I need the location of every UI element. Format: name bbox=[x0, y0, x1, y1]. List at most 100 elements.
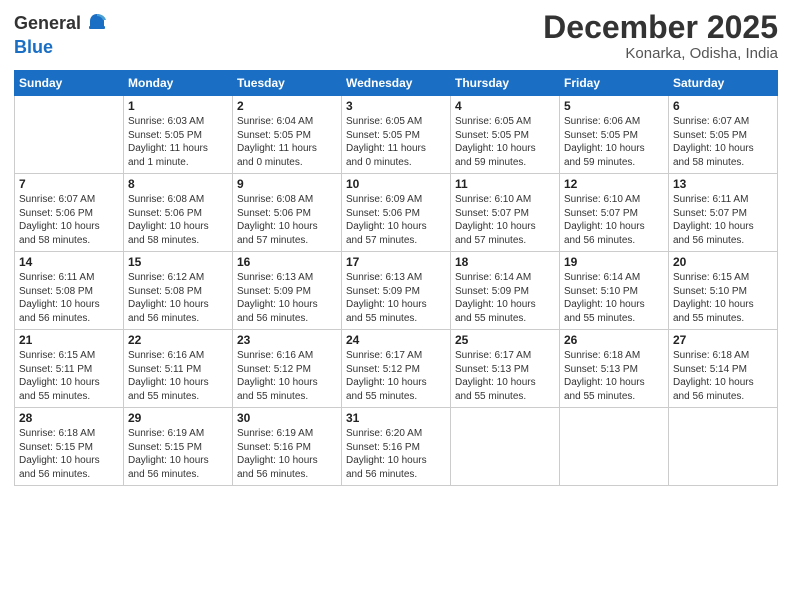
day-cell: 24 Sunrise: 6:17 AMSunset: 5:12 PMDayligh… bbox=[342, 330, 451, 408]
day-number: 20 bbox=[673, 255, 773, 269]
day-cell: 10 Sunrise: 6:09 AMSunset: 5:06 PMDayligh… bbox=[342, 174, 451, 252]
col-thursday: Thursday bbox=[451, 71, 560, 96]
logo-general-text: General bbox=[14, 14, 81, 34]
day-number: 3 bbox=[346, 99, 446, 113]
day-cell: 15 Sunrise: 6:12 AMSunset: 5:08 PMDayligh… bbox=[124, 252, 233, 330]
day-cell: 26Sunrise: 6:18 AMSunset: 5:13 PMDayligh… bbox=[560, 330, 669, 408]
day-number: 1 bbox=[128, 99, 228, 113]
col-monday: Monday bbox=[124, 71, 233, 96]
day-info: Sunrise: 6:19 AMSunset: 5:16 PMDaylight:… bbox=[237, 427, 337, 481]
day-cell: 22 Sunrise: 6:16 AMSunset: 5:11 PMDayligh… bbox=[124, 330, 233, 408]
day-number: 4 bbox=[455, 99, 555, 113]
day-info: Sunrise: 6:15 AMSunset: 5:10 PMDaylight:… bbox=[673, 271, 773, 325]
day-info: Sunrise: 6:09 AMSunset: 5:06 PMDaylight:… bbox=[346, 193, 446, 247]
day-number: 25 bbox=[455, 333, 555, 347]
day-number: 15 bbox=[128, 255, 228, 269]
day-info: Sunrise: 6:05 AMSunset: 5:05 PMDaylight:… bbox=[455, 115, 555, 169]
day-number: 11 bbox=[455, 177, 555, 191]
col-friday: Friday bbox=[560, 71, 669, 96]
day-info: Sunrise: 6:18 AMSunset: 5:15 PMDaylight:… bbox=[19, 427, 119, 481]
day-cell bbox=[669, 408, 778, 486]
day-number: 29 bbox=[128, 411, 228, 425]
logo-icon bbox=[83, 10, 111, 38]
header: General Blue December 2025 Konarka, Odis… bbox=[14, 10, 778, 62]
day-number: 6 bbox=[673, 99, 773, 113]
day-info: Sunrise: 6:12 AMSunset: 5:08 PMDaylight:… bbox=[128, 271, 228, 325]
col-sunday: Sunday bbox=[15, 71, 124, 96]
day-number: 2 bbox=[237, 99, 337, 113]
day-cell: 16Sunrise: 6:13 AMSunset: 5:09 PMDayligh… bbox=[233, 252, 342, 330]
col-wednesday: Wednesday bbox=[342, 71, 451, 96]
day-cell: 21Sunrise: 6:15 AMSunset: 5:11 PMDayligh… bbox=[15, 330, 124, 408]
day-info: Sunrise: 6:08 AMSunset: 5:06 PMDaylight:… bbox=[237, 193, 337, 247]
day-info: Sunrise: 6:16 AMSunset: 5:11 PMDaylight:… bbox=[128, 349, 228, 403]
day-info: Sunrise: 6:04 AMSunset: 5:05 PMDaylight:… bbox=[237, 115, 337, 169]
day-info: Sunrise: 6:18 AMSunset: 5:14 PMDaylight:… bbox=[673, 349, 773, 403]
col-saturday: Saturday bbox=[669, 71, 778, 96]
day-cell: 12 Sunrise: 6:10 AMSunset: 5:07 PMDayligh… bbox=[560, 174, 669, 252]
week-row-4: 28 Sunrise: 6:18 AMSunset: 5:15 PMDayligh… bbox=[15, 408, 778, 486]
logo: General Blue bbox=[14, 10, 111, 58]
day-info: Sunrise: 6:10 AMSunset: 5:07 PMDaylight:… bbox=[564, 193, 664, 247]
logo-blue-text: Blue bbox=[14, 38, 111, 58]
day-number: 28 bbox=[19, 411, 119, 425]
page-container: General Blue December 2025 Konarka, Odis… bbox=[0, 0, 792, 496]
week-row-3: 21Sunrise: 6:15 AMSunset: 5:11 PMDayligh… bbox=[15, 330, 778, 408]
location: Konarka, Odisha, India bbox=[543, 45, 778, 62]
day-number: 23 bbox=[237, 333, 337, 347]
day-number: 22 bbox=[128, 333, 228, 347]
day-number: 12 bbox=[564, 177, 664, 191]
day-number: 16 bbox=[237, 255, 337, 269]
day-number: 17 bbox=[346, 255, 446, 269]
day-info: Sunrise: 6:14 AMSunset: 5:09 PMDaylight:… bbox=[455, 271, 555, 325]
day-cell: 14 Sunrise: 6:11 AMSunset: 5:08 PMDayligh… bbox=[15, 252, 124, 330]
day-cell: 31Sunrise: 6:20 AMSunset: 5:16 PMDayligh… bbox=[342, 408, 451, 486]
day-info: Sunrise: 6:11 AMSunset: 5:07 PMDaylight:… bbox=[673, 193, 773, 247]
day-cell bbox=[560, 408, 669, 486]
day-cell bbox=[451, 408, 560, 486]
day-info: Sunrise: 6:15 AMSunset: 5:11 PMDaylight:… bbox=[19, 349, 119, 403]
day-cell: 7Sunrise: 6:07 AMSunset: 5:06 PMDaylight… bbox=[15, 174, 124, 252]
day-info: Sunrise: 6:07 AMSunset: 5:06 PMDaylight:… bbox=[19, 193, 119, 247]
day-info: Sunrise: 6:11 AMSunset: 5:08 PMDaylight:… bbox=[19, 271, 119, 325]
day-cell: 13Sunrise: 6:11 AMSunset: 5:07 PMDayligh… bbox=[669, 174, 778, 252]
day-info: Sunrise: 6:17 AMSunset: 5:13 PMDaylight:… bbox=[455, 349, 555, 403]
day-cell: 8 Sunrise: 6:08 AMSunset: 5:06 PMDaylight… bbox=[124, 174, 233, 252]
day-cell: 11 Sunrise: 6:10 AMSunset: 5:07 PMDayligh… bbox=[451, 174, 560, 252]
day-number: 31 bbox=[346, 411, 446, 425]
day-info: Sunrise: 6:10 AMSunset: 5:07 PMDaylight:… bbox=[455, 193, 555, 247]
day-number: 19 bbox=[564, 255, 664, 269]
day-info: Sunrise: 6:06 AMSunset: 5:05 PMDaylight:… bbox=[564, 115, 664, 169]
day-cell: 28 Sunrise: 6:18 AMSunset: 5:15 PMDayligh… bbox=[15, 408, 124, 486]
day-info: Sunrise: 6:19 AMSunset: 5:15 PMDaylight:… bbox=[128, 427, 228, 481]
day-info: Sunrise: 6:03 AMSunset: 5:05 PMDaylight:… bbox=[128, 115, 228, 169]
week-row-2: 14 Sunrise: 6:11 AMSunset: 5:08 PMDayligh… bbox=[15, 252, 778, 330]
day-cell: 1 Sunrise: 6:03 AMSunset: 5:05 PMDaylight… bbox=[124, 96, 233, 174]
col-tuesday: Tuesday bbox=[233, 71, 342, 96]
day-cell: 23Sunrise: 6:16 AMSunset: 5:12 PMDayligh… bbox=[233, 330, 342, 408]
day-cell: 18 Sunrise: 6:14 AMSunset: 5:09 PMDayligh… bbox=[451, 252, 560, 330]
day-number: 18 bbox=[455, 255, 555, 269]
day-info: Sunrise: 6:17 AMSunset: 5:12 PMDaylight:… bbox=[346, 349, 446, 403]
day-cell: 19Sunrise: 6:14 AMSunset: 5:10 PMDayligh… bbox=[560, 252, 669, 330]
day-number: 5 bbox=[564, 99, 664, 113]
calendar-header-row: Sunday Monday Tuesday Wednesday Thursday… bbox=[15, 71, 778, 96]
day-cell: 5 Sunrise: 6:06 AMSunset: 5:05 PMDaylight… bbox=[560, 96, 669, 174]
calendar-table: Sunday Monday Tuesday Wednesday Thursday… bbox=[14, 70, 778, 486]
day-number: 24 bbox=[346, 333, 446, 347]
day-info: Sunrise: 6:08 AMSunset: 5:06 PMDaylight:… bbox=[128, 193, 228, 247]
day-info: Sunrise: 6:18 AMSunset: 5:13 PMDaylight:… bbox=[564, 349, 664, 403]
day-number: 10 bbox=[346, 177, 446, 191]
week-row-1: 7Sunrise: 6:07 AMSunset: 5:06 PMDaylight… bbox=[15, 174, 778, 252]
day-info: Sunrise: 6:05 AMSunset: 5:05 PMDaylight:… bbox=[346, 115, 446, 169]
day-cell: 4 Sunrise: 6:05 AMSunset: 5:05 PMDaylight… bbox=[451, 96, 560, 174]
title-block: December 2025 Konarka, Odisha, India bbox=[543, 10, 778, 62]
day-cell: 20 Sunrise: 6:15 AMSunset: 5:10 PMDayligh… bbox=[669, 252, 778, 330]
day-cell: 6Sunrise: 6:07 AMSunset: 5:05 PMDaylight… bbox=[669, 96, 778, 174]
day-cell: 30 Sunrise: 6:19 AMSunset: 5:16 PMDayligh… bbox=[233, 408, 342, 486]
day-number: 30 bbox=[237, 411, 337, 425]
day-number: 9 bbox=[237, 177, 337, 191]
day-cell: 29 Sunrise: 6:19 AMSunset: 5:15 PMDayligh… bbox=[124, 408, 233, 486]
day-number: 8 bbox=[128, 177, 228, 191]
day-number: 14 bbox=[19, 255, 119, 269]
